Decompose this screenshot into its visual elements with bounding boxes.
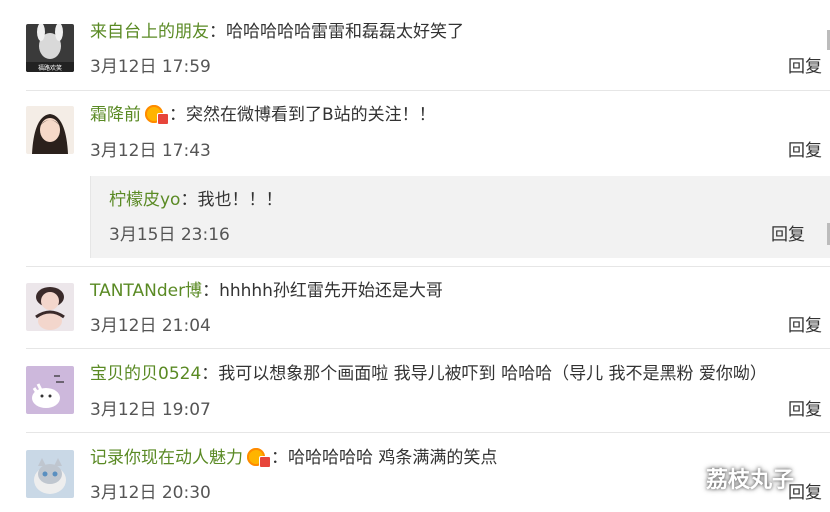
vip-badge-icon — [145, 105, 169, 125]
username-link[interactable]: 宝贝的贝0524 — [90, 364, 201, 384]
comment-date: 3月12日 17:59 — [90, 57, 211, 77]
comment-text: 我可以想象那个画面啦 我导儿被吓到 哈哈哈（导儿 我不是黑粉 爱你呦） — [218, 364, 767, 384]
comment-date: 3月12日 17:43 — [90, 141, 211, 161]
comment-text: 哈哈哈哈哈雷雷和磊磊太好笑了 — [226, 22, 464, 42]
reply-button[interactable]: 回复 — [788, 314, 822, 338]
username-link[interactable]: 来自台上的朋友 — [90, 22, 209, 42]
avatar[interactable] — [26, 450, 74, 498]
comment-line: 宝贝的贝0524：我可以想象那个画面啦 我导儿被吓到 哈哈哈（导儿 我不是黑粉 … — [90, 364, 767, 384]
avatar[interactable]: 福路欢笑 — [26, 24, 74, 72]
username-link[interactable]: 记录你现在动人魅力 — [90, 448, 243, 468]
divider — [26, 266, 830, 267]
comment-line: TANTANder博：hhhhh孙红雷先开始还是大哥 — [90, 281, 443, 301]
reply-button[interactable]: 回复 — [771, 223, 805, 247]
divider — [26, 348, 830, 349]
divider — [26, 90, 830, 91]
username-link[interactable]: 霜降前 — [90, 105, 141, 125]
comment-date: 3月12日 21:04 — [90, 316, 211, 336]
avatar[interactable] — [26, 366, 74, 414]
username-link[interactable]: 柠檬皮yo — [109, 190, 180, 210]
reply-button[interactable]: 回复 — [788, 55, 822, 79]
comment-text: 突然在微博看到了B站的关注！！ — [186, 105, 436, 125]
comment-line: 记录你现在动人魅力 ：哈哈哈哈哈 鸡条满满的笑点 — [90, 448, 498, 468]
reply-button[interactable]: 回复 — [788, 139, 822, 163]
sub-reply-box: 柠檬皮yo：我也！！！ 3月15日 23:16 回复 — [90, 176, 830, 258]
comment-line: 来自台上的朋友：哈哈哈哈哈雷雷和磊磊太好笑了 — [90, 22, 464, 42]
sub-reply-text: 我也！！！ — [197, 190, 283, 210]
sub-reply-line: 柠檬皮yo：我也！！！ — [109, 190, 283, 210]
avatar[interactable] — [26, 106, 74, 154]
avatar[interactable] — [26, 283, 74, 331]
vip-badge-icon — [247, 448, 271, 468]
svg-text:福路欢笑: 福路欢笑 — [38, 64, 62, 72]
divider — [26, 432, 830, 433]
username-link[interactable]: TANTANder博 — [90, 281, 202, 301]
comment-text: 哈哈哈哈哈 鸡条满满的笑点 — [288, 448, 498, 468]
comment-date: 3月12日 20:30 — [90, 483, 211, 503]
comment-text: hhhhh孙红雷先开始还是大哥 — [219, 281, 443, 301]
reply-button[interactable]: 回复 — [788, 398, 822, 422]
watermark: 荔枝丸子 — [706, 468, 795, 493]
comment-date: 3月12日 19:07 — [90, 400, 211, 420]
sub-reply-date: 3月15日 23:16 — [109, 225, 230, 245]
comment-line: 霜降前 ：突然在微博看到了B站的关注！！ — [90, 105, 436, 125]
